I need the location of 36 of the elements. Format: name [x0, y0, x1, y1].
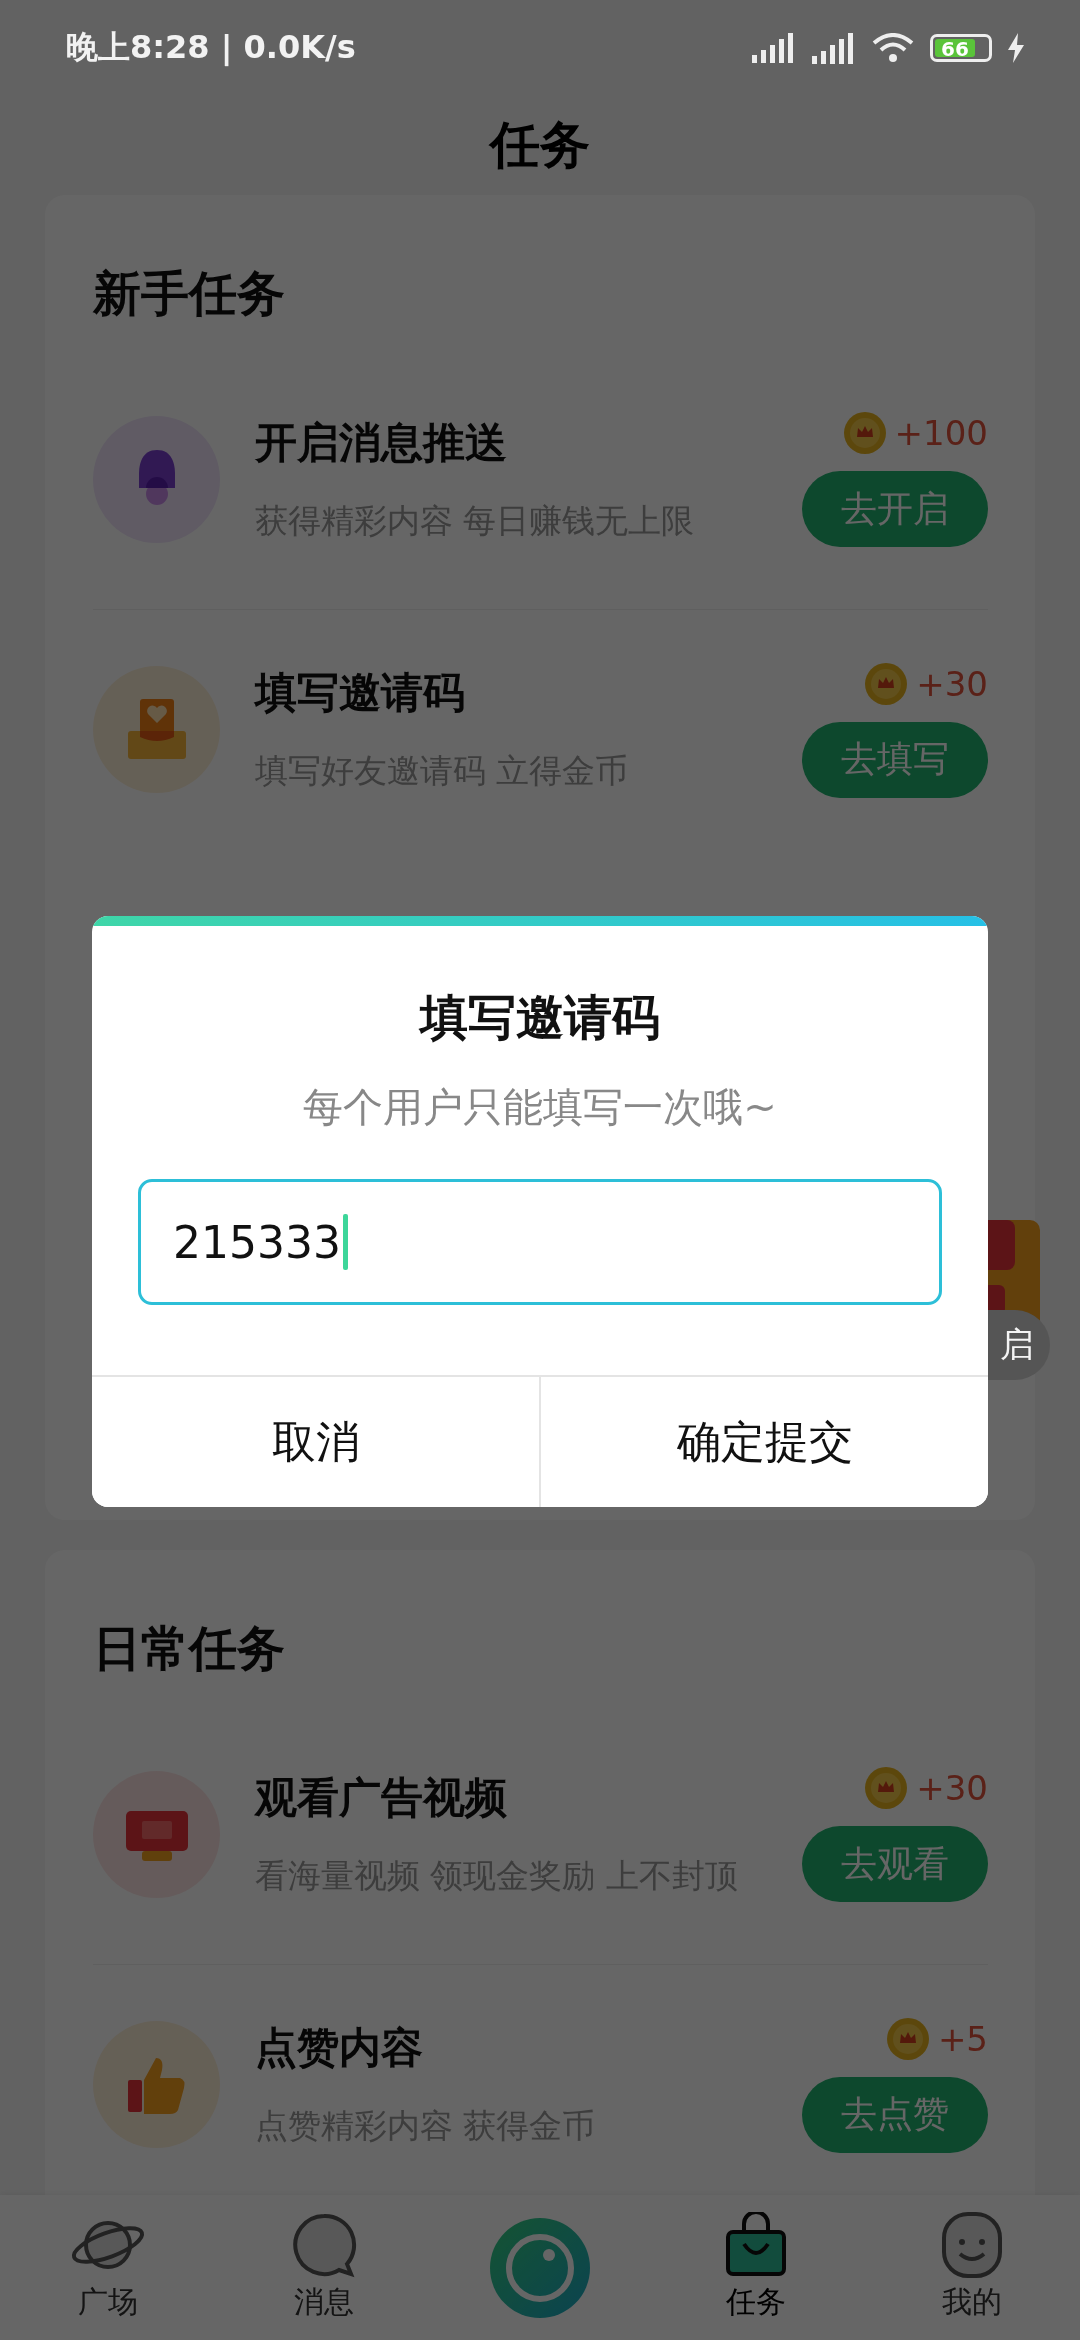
- task-button[interactable]: 去点赞: [802, 2076, 988, 2153]
- shopping-bag-icon: [724, 2212, 788, 2278]
- page-title: 任务: [490, 114, 590, 176]
- battery-level: 66: [935, 38, 975, 57]
- coin-icon: [885, 2016, 930, 2061]
- camera-button[interactable]: [490, 2217, 590, 2318]
- charging-icon: [1008, 32, 1024, 63]
- nav-tab[interactable]: 我的: [897, 2212, 1047, 2323]
- nav-tab[interactable]: 消息: [249, 2212, 399, 2323]
- reward-amount: +30: [916, 1768, 988, 1808]
- dialog-message: 每个用户只能填写一次哦~: [303, 1083, 777, 1132]
- task-button[interactable]: 去观看: [802, 1826, 988, 1902]
- submit-button[interactable]: 确定提交: [539, 1377, 988, 1507]
- invite-code-field[interactable]: 215333: [138, 1179, 942, 1305]
- reward-amount: +30: [916, 663, 988, 704]
- coin-icon: [864, 661, 909, 706]
- nav-tab[interactable]: 任务: [681, 2212, 831, 2323]
- task-title: 观看广告视频: [255, 1771, 507, 1824]
- nav-tab[interactable]: 广场: [33, 2212, 183, 2323]
- status-time: 晚上8:28 | 0.0K/s: [66, 26, 356, 68]
- task-button[interactable]: 去填写: [802, 721, 988, 798]
- reward-amount: +5: [937, 2018, 988, 2059]
- task-title: 开启消息推送: [255, 416, 507, 469]
- smiley-face-icon: [940, 2212, 1004, 2278]
- coin-icon: [842, 411, 887, 455]
- task-title: 点赞内容: [255, 2022, 423, 2074]
- reward-amount: +100: [894, 413, 988, 453]
- section-title: 日常任务: [93, 1619, 285, 1678]
- section-title: 新手任务: [93, 264, 285, 323]
- task-button[interactable]: 去开启: [802, 471, 988, 547]
- dialog-title: 填写邀请码: [420, 988, 660, 1047]
- signal-icon: [752, 32, 796, 63]
- hd-signal-icon: [812, 31, 856, 64]
- coin-icon: [864, 1766, 909, 1810]
- wifi-icon: [872, 32, 914, 63]
- task-title: 填写邀请码: [255, 667, 465, 719]
